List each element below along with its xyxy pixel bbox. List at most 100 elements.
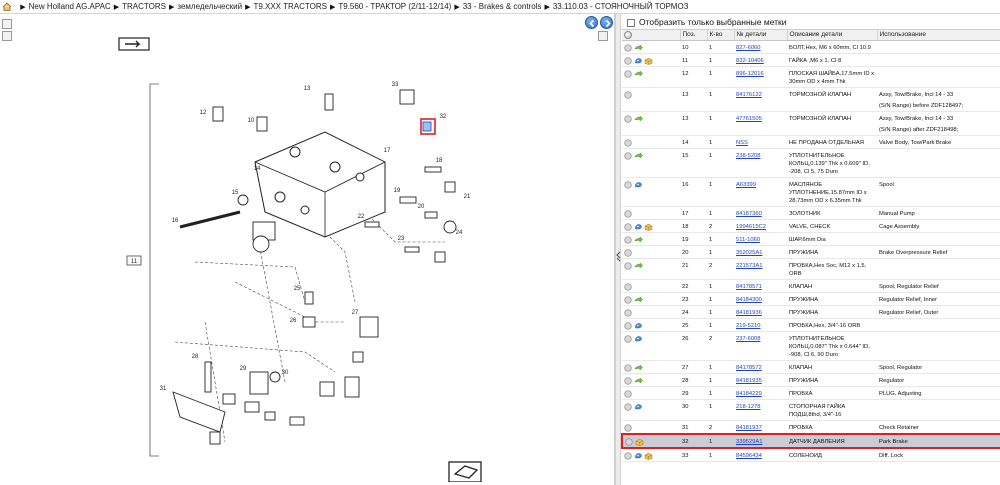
table-row[interactable]: 22 1 84178571 КЛАПАН Spool, Regulator Relief: [622, 279, 1000, 293]
select-toggle-icon[interactable]: [624, 295, 633, 304]
part-number-link[interactable]: 827-6060: [736, 45, 761, 51]
callout-31[interactable]: 31: [160, 386, 167, 392]
info-icon[interactable]: [634, 452, 643, 460]
table-row[interactable]: 14 1 NSS НЕ ПРОДАНА ОТДЕЛЬНАЯ Valve Body, To…: [622, 135, 1000, 149]
part-number-link[interactable]: 221573A1: [736, 263, 762, 269]
part-number-link[interactable]: 832-10406: [736, 58, 764, 64]
info-icon[interactable]: [634, 403, 643, 411]
part-number-link[interactable]: 84178572: [736, 365, 762, 371]
callout-20[interactable]: 20: [418, 204, 425, 210]
select-toggle-icon[interactable]: [624, 43, 633, 52]
table-row[interactable]: 31 2 84181937 ПРОБКА Check Retainer: [622, 420, 1000, 434]
return-icon[interactable]: [448, 461, 482, 482]
callout-13[interactable]: 13: [304, 86, 311, 92]
callout-33[interactable]: 33: [392, 82, 399, 88]
select-toggle-icon[interactable]: [624, 334, 633, 343]
callout-10[interactable]: 10: [248, 118, 255, 124]
part-number-link[interactable]: 84187360: [736, 211, 762, 217]
part-number-link[interactable]: 238-5208: [736, 153, 761, 159]
callout-11-box[interactable]: 11: [131, 259, 138, 265]
replacement-arrow-icon[interactable]: [634, 43, 643, 52]
table-row[interactable]: 27 1 84178572 КЛАПАН Spool, Regulator: [622, 360, 1000, 374]
part-number-link[interactable]: 1994615C2: [736, 224, 766, 230]
select-toggle-icon[interactable]: [624, 209, 633, 218]
part-number-link[interactable]: 84178571: [736, 284, 762, 290]
table-row[interactable]: 26 2 237-6008 УПЛОТНИТЕЛЬНОЕ КОЛЬЦ,0.087" T…: [622, 331, 1000, 361]
table-row[interactable]: 15 1 238-5208 УПЛОТНИТЕЛЬНОЕ КОЛЬЦ,0.139" T…: [622, 148, 1000, 178]
select-toggle-icon[interactable]: [624, 282, 633, 291]
callout-21[interactable]: 21: [464, 194, 471, 200]
part-number-link[interactable]: 84181936: [736, 310, 762, 316]
table-row[interactable]: 33 1 84596434 СОЛЕНОИД Diff. Lock: [622, 447, 1000, 462]
callout-16[interactable]: 16: [172, 218, 179, 224]
breadcrumb-item[interactable]: TRACTORS: [122, 2, 166, 11]
breadcrumb-item[interactable]: New Holland AG.APAC: [29, 2, 111, 11]
table-row[interactable]: 24 1 84181936 ПРУЖИНА Regulator Relief, Oute…: [622, 305, 1000, 319]
select-toggle-icon[interactable]: [624, 261, 633, 270]
part-number-link[interactable]: 219-5210: [736, 323, 761, 329]
part-number-link[interactable]: 896-12016: [736, 71, 764, 77]
select-toggle-icon[interactable]: [624, 56, 633, 65]
column-header-qty[interactable]: К-во: [707, 30, 735, 41]
info-icon[interactable]: [634, 181, 643, 189]
table-row[interactable]: 21 2 221573A1 ПРОБКА,Hex Soc, M12 x 1.5, OR…: [622, 258, 1000, 280]
kit-package-icon[interactable]: [644, 452, 653, 460]
kit-package-icon[interactable]: [635, 438, 644, 446]
select-toggle-icon[interactable]: [624, 69, 633, 78]
part-number-link[interactable]: 237-6008: [736, 336, 761, 342]
part-number-link[interactable]: 84181935: [736, 378, 762, 384]
part-number-link[interactable]: NSS: [736, 140, 748, 146]
breadcrumb-item[interactable]: T9.560 - ТРАКТОР (2/11-12/14): [338, 2, 451, 11]
table-row[interactable]: 20 1 352025A1 ПРУЖИНА Brake Overpressure Rel…: [622, 245, 1000, 259]
part-number-link[interactable]: 84596434: [736, 453, 762, 459]
callout-17[interactable]: 17: [384, 148, 391, 154]
callout-30[interactable]: 30: [282, 370, 289, 376]
select-toggle-icon[interactable]: [624, 451, 633, 460]
select-toggle-icon[interactable]: [624, 138, 633, 147]
table-row[interactable]: 10 1 827-6060 БОЛТ,Hex, M6 x 60mm, Cl 10.9: [622, 40, 1000, 54]
table-row[interactable]: 12 1 896-12016 ПЛОСКАЯ ШАЙБА,17.5mm ID x 30…: [622, 66, 1000, 88]
replacement-arrow-icon[interactable]: [634, 235, 643, 244]
select-toggle-icon[interactable]: [624, 180, 633, 189]
table-row[interactable]: 13 1 47761505 ТОРМОЗНОЙ КЛАПАН Assy, Tow/Bra…: [622, 111, 1000, 136]
part-number-link[interactable]: 84176122: [736, 92, 762, 98]
column-header-icons[interactable]: [622, 30, 681, 41]
kit-package-icon[interactable]: [644, 57, 653, 65]
breadcrumb-item[interactable]: земледельческий: [177, 2, 242, 11]
part-number-link[interactable]: A63399: [736, 182, 756, 188]
part-number-link[interactable]: 511-1060: [736, 237, 760, 243]
selected-labels-checkbox[interactable]: [627, 18, 635, 27]
column-header-desc[interactable]: Описание детали: [787, 30, 878, 41]
replacement-arrow-icon[interactable]: [634, 151, 643, 160]
callout-19[interactable]: 19: [394, 188, 401, 194]
column-header-usage[interactable]: Использование: [877, 30, 1000, 41]
callout-24[interactable]: 24: [456, 230, 463, 236]
select-toggle-icon[interactable]: [624, 376, 633, 385]
callout-25[interactable]: 25: [294, 286, 301, 292]
callout-14[interactable]: 14: [254, 166, 261, 172]
select-toggle-icon[interactable]: [624, 402, 633, 411]
part-number-link[interactable]: 352025A1: [736, 250, 762, 256]
select-toggle-icon[interactable]: [624, 114, 633, 123]
select-toggle-icon[interactable]: [624, 389, 633, 398]
valve-body[interactable]: [254, 131, 386, 238]
table-row[interactable]: 17 1 84187360 ЗОЛОТНИК Manual Pump: [622, 206, 1000, 220]
table-row[interactable]: 18 2 1994615C2 VALVE, CHECK Cage Assembly: [622, 219, 1000, 233]
replacement-arrow-icon[interactable]: [634, 376, 643, 385]
breadcrumb-item[interactable]: 33 - Brakes & controls: [463, 2, 542, 11]
callout-27[interactable]: 27: [352, 310, 359, 316]
part-number-link[interactable]: 218-1278: [736, 404, 761, 410]
replacement-arrow-icon[interactable]: [634, 261, 643, 270]
table-row[interactable]: 25 1 219-5210 ПРОБКА,Hex, 3/4"-16 ORB: [622, 318, 1000, 332]
table-row[interactable]: 16 1 A63399 МАСЛЯНОЕ УПЛОТНЕНИЕ,15.87mm ID …: [622, 177, 1000, 207]
select-toggle-icon[interactable]: [624, 321, 633, 330]
callout-23[interactable]: 23: [398, 236, 405, 242]
callout-18[interactable]: 18: [436, 158, 443, 164]
info-icon[interactable]: [634, 223, 643, 231]
part-number-link[interactable]: 84181937: [736, 425, 762, 431]
select-toggle-icon[interactable]: [624, 151, 633, 160]
replacement-arrow-icon[interactable]: [634, 114, 643, 123]
table-row-selected[interactable]: 32 1 339529A1 ДАТЧИК ДАВЛЕНИЯ Park Brake: [621, 432, 1000, 449]
select-toggle-icon[interactable]: [624, 235, 633, 244]
replacement-arrow-icon[interactable]: [634, 295, 643, 304]
